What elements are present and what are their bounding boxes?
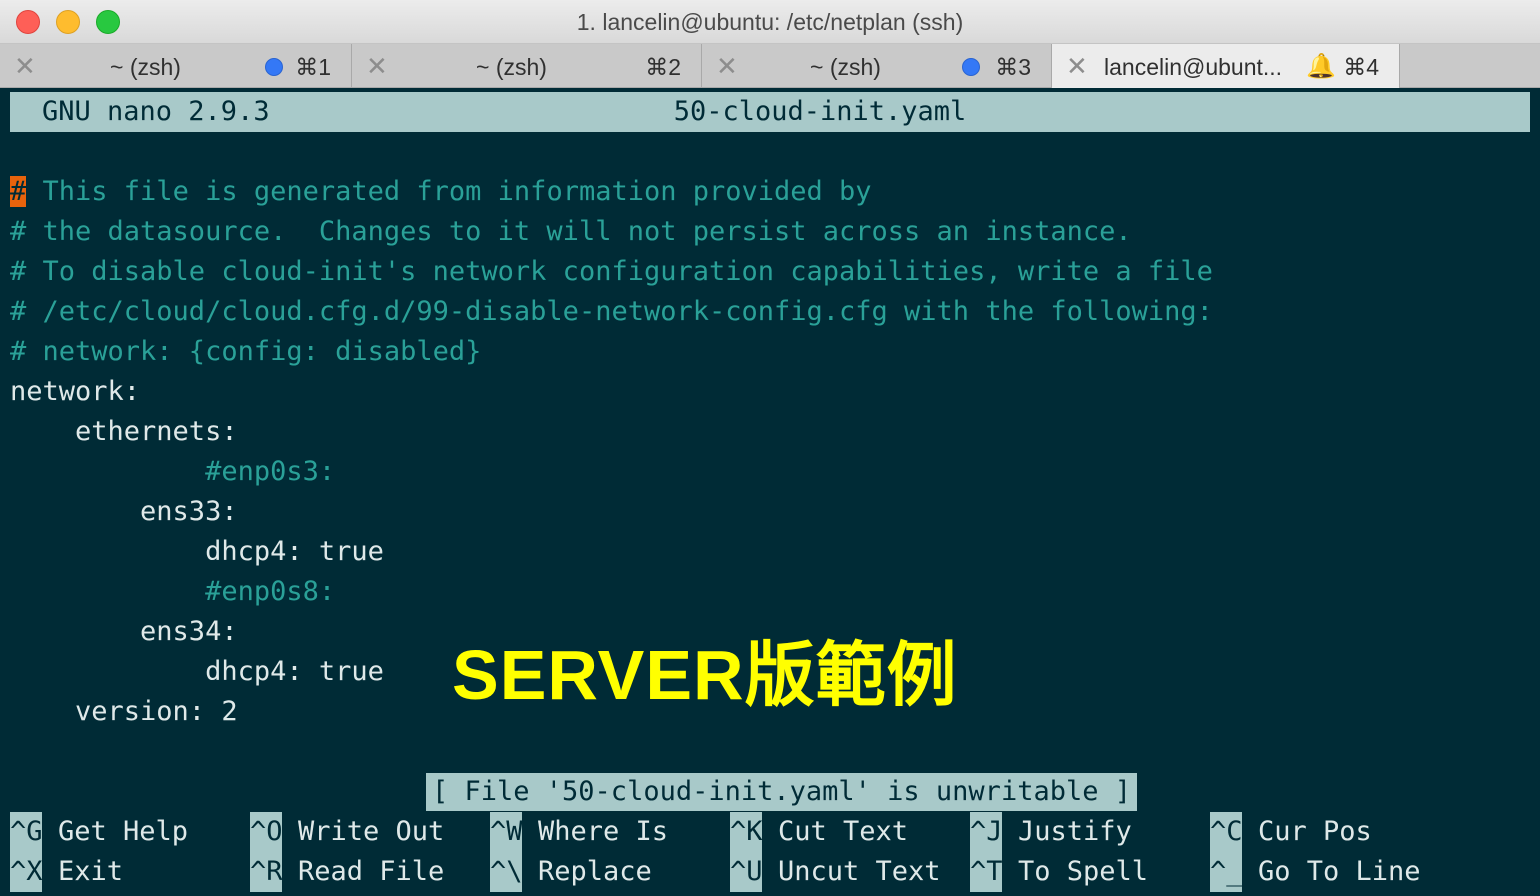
shortcut-key: ^\	[490, 852, 523, 892]
editor-line: # To disable cloud-init's network config…	[10, 256, 1213, 287]
activity-dot-icon	[265, 58, 283, 76]
editor-line: #enp0s8:	[10, 576, 336, 607]
window-title: 1. lancelin@ubuntu: /etc/netplan (ssh)	[576, 9, 964, 35]
overlay-caption: SERVER版範例	[452, 636, 958, 714]
tab-label: ~ (zsh)	[810, 54, 881, 80]
editor-line-rest: This file is generated from information …	[26, 176, 872, 207]
shortcut-label: Uncut Text	[778, 856, 941, 887]
shortcut-label: Exit	[58, 856, 124, 887]
tab-1[interactable]: ✕ ~ (zsh) ⌘1	[0, 44, 352, 88]
shortcut-item: ^R Read File	[250, 852, 444, 892]
editor-line: # This file is generated from informatio…	[10, 172, 1213, 212]
shortcut-item: ^C Cur Pos	[1210, 812, 1372, 852]
shortcut-label: Read File	[298, 856, 445, 887]
tab-4[interactable]: ✕ lancelin@ubunt... 🔔 ⌘4	[1052, 44, 1400, 88]
title-bar: 1. lancelin@ubuntu: /etc/netplan (ssh)	[0, 0, 1540, 44]
close-tab-icon[interactable]: ✕	[14, 50, 36, 82]
close-tab-icon[interactable]: ✕	[366, 50, 388, 82]
shortcut-label: Replace	[538, 856, 652, 887]
shortcut-key: ^R	[250, 852, 283, 892]
shortcut-key: ^W	[490, 812, 523, 852]
tab-2[interactable]: ✕ ~ (zsh) ⌘2	[352, 44, 702, 88]
shortcut-key: ^C	[1210, 812, 1243, 852]
tab-3[interactable]: ✕ ~ (zsh) ⌘3	[702, 44, 1052, 88]
text-cursor: #	[10, 176, 27, 207]
tab-shortcut: ⌘4	[1343, 54, 1379, 80]
shortcut-label: Justify	[1018, 816, 1132, 847]
terminal-area[interactable]: GNU nano 2.9.3 50-cloud-init.yaml # This…	[0, 88, 1540, 896]
editor-line: ethernets:	[10, 416, 238, 447]
shortcut-key: ^G	[10, 812, 43, 852]
tab-shortcut: ⌘1	[295, 54, 331, 80]
activity-dot-icon	[962, 58, 980, 76]
shortcut-key: ^T	[970, 852, 1003, 892]
nano-filename: 50-cloud-init.yaml	[673, 96, 967, 127]
shortcut-label: Cut Text	[778, 816, 909, 847]
shortcut-label: Cur Pos	[1258, 816, 1372, 847]
shortcut-item: ^O Write Out	[250, 812, 444, 852]
shortcut-label: Get Help	[58, 816, 189, 847]
shortcut-item: ^K Cut Text	[730, 812, 908, 852]
shortcut-item: ^U Uncut Text	[730, 852, 941, 892]
editor-line: # /etc/cloud/cloud.cfg.d/99-disable-netw…	[10, 296, 1213, 327]
shortcut-label: To Spell	[1018, 856, 1149, 887]
nano-header: GNU nano 2.9.3 50-cloud-init.yaml	[10, 92, 1530, 132]
tab-label: ~ (zsh)	[476, 54, 547, 80]
bell-icon: 🔔	[1306, 53, 1336, 80]
shortcut-key: ^U	[730, 852, 763, 892]
tab-label: ~ (zsh)	[110, 54, 181, 80]
shortcut-item: ^_ Go To Line	[1210, 852, 1421, 892]
editor-line: network:	[10, 376, 141, 407]
shortcut-label: Go To Line	[1258, 856, 1421, 887]
shortcut-label: Where Is	[538, 816, 669, 847]
shortcut-item: ^G Get Help	[10, 812, 188, 852]
shortcut-key: ^_	[1210, 852, 1243, 892]
shortcut-key: ^J	[970, 812, 1003, 852]
tab-label: lancelin@ubunt...	[1104, 54, 1283, 80]
shortcut-bar: ^G Get Help ^O Write Out ^W Where Is ^K Cut Tex…	[10, 812, 1530, 896]
tab-bar: ✕ ~ (zsh) ⌘1 ✕ ~ (zsh) ⌘2 ✕ ~ (zsh) ⌘3 ✕…	[0, 44, 1540, 88]
shortcut-item: ^W Where Is	[490, 812, 668, 852]
close-tab-icon[interactable]: ✕	[716, 50, 738, 82]
tab-shortcut: ⌘2	[645, 54, 681, 80]
editor-line: ens33:	[10, 496, 238, 527]
editor-line: dhcp4: true	[10, 536, 384, 567]
shortcut-item: ^J Justify	[970, 812, 1132, 852]
shortcut-key: ^O	[250, 812, 283, 852]
shortcut-label: Write Out	[298, 816, 445, 847]
close-tab-icon[interactable]: ✕	[1066, 50, 1088, 82]
shortcut-item: ^T To Spell	[970, 852, 1148, 892]
status-message: [ File '50-cloud-init.yaml' is unwritabl…	[426, 773, 1137, 811]
shortcut-key: ^X	[10, 852, 43, 892]
editor-line: # the datasource. Changes to it will not…	[10, 216, 1132, 247]
shortcut-item: ^\ Replace	[490, 852, 652, 892]
editor-line: #enp0s3:	[10, 456, 336, 487]
editor-line: # network: {config: disabled}	[10, 336, 482, 367]
shortcut-item: ^X Exit	[10, 852, 123, 892]
shortcut-key: ^K	[730, 812, 763, 852]
tab-shortcut: ⌘3	[995, 54, 1031, 80]
